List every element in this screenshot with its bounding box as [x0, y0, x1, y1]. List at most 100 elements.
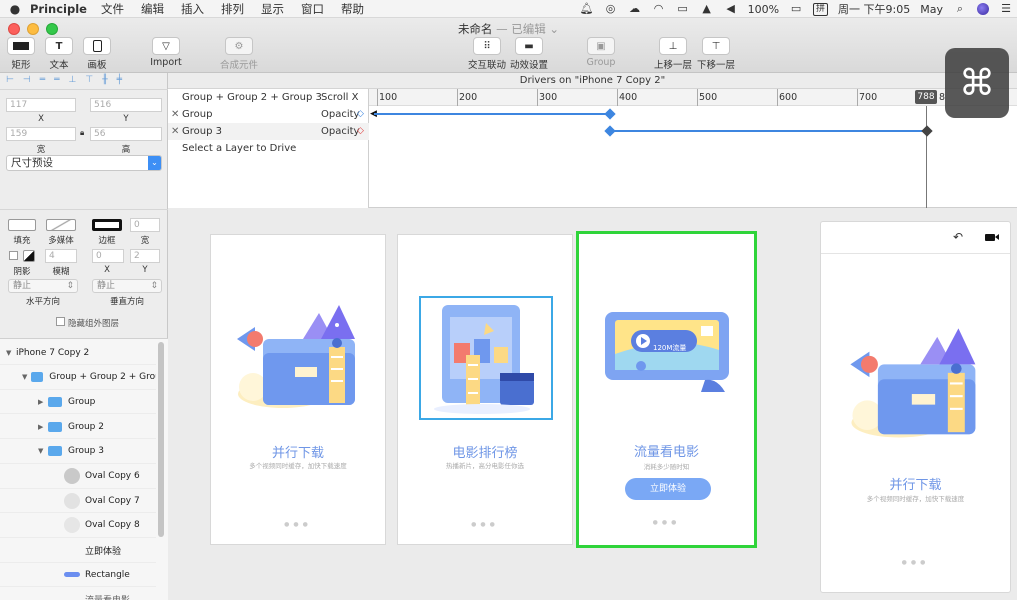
- layer-row[interactable]: Oval Copy 8: [0, 514, 156, 538]
- keyframe-diamond-icon[interactable]: ◇: [357, 123, 364, 140]
- layer-row[interactable]: 立即体验: [0, 539, 156, 563]
- blur-field[interactable]: 4: [45, 249, 77, 263]
- wifi-icon[interactable]: ◠: [652, 3, 666, 15]
- layer-row[interactable]: ▼ Group 3: [0, 440, 156, 464]
- border-width-field[interactable]: 0: [130, 218, 160, 232]
- disclosure-open-icon[interactable]: ▼: [22, 373, 31, 381]
- document-status[interactable]: — 已编辑 ⌄: [496, 22, 559, 36]
- align-bottom-icon[interactable]: ╫: [102, 75, 107, 85]
- align-right-icon[interactable]: ═: [40, 75, 45, 85]
- width-field[interactable]: 159: [6, 127, 76, 141]
- display-icon[interactable]: ▭: [676, 3, 690, 15]
- back-icon[interactable]: ↶: [953, 230, 963, 244]
- hide-outside-checkbox[interactable]: [56, 317, 65, 326]
- layer-row[interactable]: Rectangle: [0, 563, 156, 588]
- keyframe-marker[interactable]: [604, 125, 616, 137]
- siri-icon[interactable]: [977, 3, 989, 15]
- fill-swatch[interactable]: [8, 219, 36, 231]
- artboard-card-1[interactable]: 并行下载 多个视频同时缓存，加快下载速度 ●●●: [210, 234, 386, 545]
- menu-window[interactable]: 窗口: [301, 1, 324, 17]
- battery-icon[interactable]: ▭: [789, 3, 803, 15]
- menu-view[interactable]: 显示: [261, 1, 284, 17]
- bell-icon[interactable]: 🔔︎: [580, 3, 594, 15]
- updown-icon: ⇕: [150, 281, 158, 291]
- keyframe-marker[interactable]: [921, 125, 933, 137]
- artboard-card-3[interactable]: 120M流量 流量看电影 消耗多少随时知 立即体验 ●●●: [576, 231, 757, 548]
- align-left-icon[interactable]: ⊢: [6, 75, 14, 85]
- try-now-button[interactable]: 立即体验: [625, 478, 711, 500]
- disclosure-open-icon[interactable]: ▼: [38, 447, 48, 455]
- artboard-tool[interactable]: 画板: [83, 37, 111, 71]
- user-name[interactable]: May: [920, 3, 943, 16]
- layers-scrollbar[interactable]: [158, 342, 164, 537]
- driven-row-group[interactable]: ✕ Group Opacity ◇: [168, 106, 369, 123]
- bring-forward-button[interactable]: ⊥ 上移一层: [654, 37, 692, 71]
- disclosure-closed-icon[interactable]: ▶: [38, 398, 48, 406]
- menu-insert[interactable]: 插入: [181, 1, 204, 17]
- layer-row[interactable]: Oval Copy 6: [0, 465, 156, 489]
- keyframe-marker[interactable]: [604, 108, 616, 120]
- menu-edit[interactable]: 编辑: [141, 1, 164, 17]
- size-preset-select[interactable]: 尺寸预设 ⌄: [6, 155, 162, 171]
- distribute-v-icon[interactable]: ╪: [117, 75, 122, 85]
- airplay-icon[interactable]: ▲: [700, 3, 714, 15]
- border-swatch[interactable]: [92, 219, 122, 231]
- driver-row[interactable]: Group + Group 2 + Group 3 Scroll X: [168, 89, 369, 106]
- media-swatch[interactable]: [46, 219, 76, 231]
- rect-tool[interactable]: 矩形: [7, 37, 35, 71]
- keyframe-diamond-icon[interactable]: ◇: [357, 106, 364, 123]
- apple-icon[interactable]: ●: [0, 2, 30, 16]
- send-backward-button[interactable]: ⊤ 下移一层: [697, 37, 735, 71]
- playhead-line[interactable]: [926, 106, 927, 208]
- interaction-button[interactable]: ⠿ 交互联动: [468, 37, 506, 71]
- x-field[interactable]: 117: [6, 98, 76, 112]
- volume-icon[interactable]: ◀: [724, 3, 738, 15]
- creative-cloud-icon[interactable]: ◎: [604, 3, 618, 15]
- spotlight-icon[interactable]: ⌕: [953, 3, 967, 15]
- layer-row[interactable]: ▼ Group + Group 2 + Grou…: [0, 366, 156, 390]
- layer-row[interactable]: ▶ Group 2: [0, 415, 156, 440]
- clock[interactable]: 周一 下午9:05: [838, 1, 910, 17]
- artboard-card-2[interactable]: 电影排行榜 热播新片，高分电影任你选 ●●●: [397, 234, 573, 545]
- y-field[interactable]: 516: [90, 98, 162, 112]
- shadow-color-swatch[interactable]: [23, 250, 35, 262]
- menu-arrange[interactable]: 排列: [221, 1, 244, 17]
- disclosure-closed-icon[interactable]: ▶: [38, 423, 48, 431]
- notification-center-icon[interactable]: ☰: [999, 3, 1013, 15]
- disclosure-open-icon[interactable]: ▼: [6, 349, 16, 357]
- distribute-h-icon[interactable]: ═: [54, 75, 59, 85]
- h-scroll-select[interactable]: 静止 ⇕: [8, 279, 78, 293]
- record-video-icon[interactable]: [985, 234, 995, 241]
- compose-button[interactable]: ⚙ 合成元件: [219, 37, 259, 71]
- shadow-checkbox[interactable]: [9, 251, 18, 260]
- remove-icon[interactable]: ✕: [171, 123, 179, 140]
- playhead-value[interactable]: 788: [915, 90, 937, 104]
- layer-row[interactable]: 流量看电影: [0, 588, 156, 600]
- lock-ratio-icon[interactable]: 🔒︎: [80, 128, 84, 138]
- align-vcenter-icon[interactable]: ⊤: [85, 75, 93, 85]
- data-usage-badge: 120M流量: [653, 344, 687, 352]
- remove-icon[interactable]: ✕: [171, 106, 179, 123]
- v-scroll-select[interactable]: 静止 ⇕: [92, 279, 162, 293]
- preview-window[interactable]: ↶ 并行下载 多个视频同时缓存，加快下载速度 ●●●: [820, 221, 1011, 593]
- driven-row-group3[interactable]: ✕ Group 3 Opacity ◇: [168, 123, 369, 140]
- group-button[interactable]: ▣ Group: [585, 37, 617, 68]
- ime-indicator[interactable]: 拼: [813, 2, 829, 16]
- height-field[interactable]: 56: [90, 127, 162, 141]
- menu-file[interactable]: 文件: [101, 1, 124, 17]
- layer-row[interactable]: ▼ iPhone 7 Copy 2: [0, 341, 156, 365]
- layer-row[interactable]: ▶ Group: [0, 390, 156, 415]
- align-hcenter-icon[interactable]: ⊣: [23, 75, 31, 85]
- menu-help[interactable]: 帮助: [341, 1, 364, 17]
- menu-app-name[interactable]: Principle: [30, 2, 87, 16]
- shadow-y-field[interactable]: 2: [130, 249, 160, 263]
- text-tool[interactable]: T 文本: [45, 37, 73, 71]
- shadow-x-field[interactable]: 0: [92, 249, 124, 263]
- canvas[interactable]: 并行下载 多个视频同时缓存，加快下载速度 ●●● 电影排行榜 热播新片，高分电影…: [168, 208, 1017, 600]
- layer-row[interactable]: Oval Copy 7: [0, 489, 156, 514]
- animation-button[interactable]: ▬ 动效设置: [510, 37, 548, 71]
- wechat-icon[interactable]: ☁: [628, 3, 642, 15]
- align-top-icon[interactable]: ⊥: [69, 75, 77, 85]
- timeline-ruler[interactable]: 100 200 300 400 500 600 700 8 788: [369, 89, 1017, 106]
- import-button[interactable]: ▽ Import: [150, 37, 182, 68]
